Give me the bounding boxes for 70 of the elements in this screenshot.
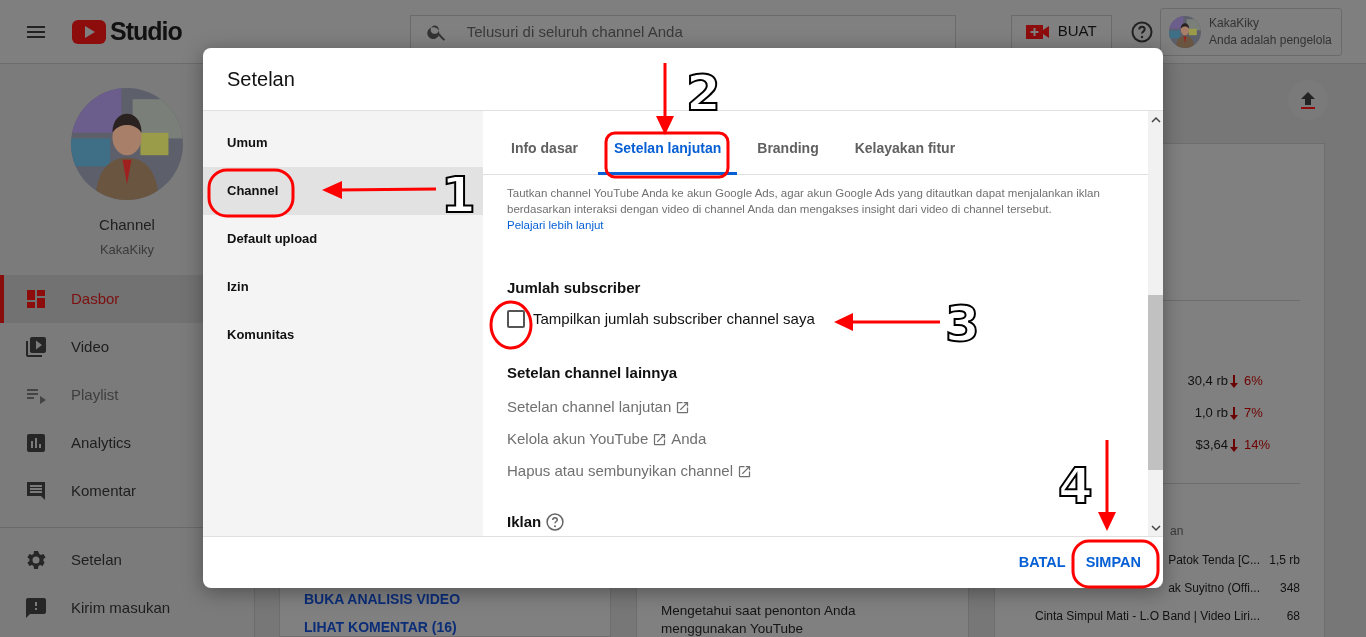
- text-link[interactable]: BUKA ANALISIS VIDEO: [304, 590, 461, 608]
- checkbox-label: Tampilkan jumlah subscriber channel saya: [533, 308, 815, 329]
- external-link-icon[interactable]: [675, 399, 691, 415]
- dialog-button[interactable]: BATAL: [1012, 543, 1072, 582]
- section-heading: Jumlah subscriber: [507, 278, 641, 298]
- down-arrow-icon: [1228, 374, 1240, 388]
- down-arrow-icon: [1228, 438, 1240, 452]
- section-label: an: [1170, 523, 1184, 540]
- metric-change: 6%: [1244, 372, 1264, 391]
- down-arrow-icon: [1228, 406, 1240, 420]
- tab[interactable]: Branding: [741, 111, 835, 175]
- video-views: 1,5 rb: [1268, 552, 1300, 569]
- feedback-icon: [24, 596, 48, 620]
- settings-link[interactable]: Hapus atau sembunyikan channel: [507, 459, 733, 483]
- video-views: 348: [1278, 580, 1300, 597]
- logo-text: Studio: [110, 15, 182, 47]
- checkbox[interactable]: [507, 309, 525, 328]
- video-library-icon: [24, 335, 48, 359]
- account-name: KakaKiky: [1209, 15, 1261, 32]
- sidebar-item[interactable]: Komentar: [0, 467, 254, 515]
- account-switcher[interactable]: KakaKiky Anda adalah pengelola: [1160, 7, 1342, 56]
- scrollbar[interactable]: [1148, 111, 1163, 536]
- help-icon[interactable]: [545, 511, 566, 532]
- chevron-down-icon[interactable]: [1150, 524, 1161, 532]
- settings-link[interactable]: Anda: [671, 427, 707, 451]
- metric-value: 1,0 rb: [1194, 404, 1228, 423]
- search-field[interactable]: Telusuri di seluruh channel Anda: [409, 14, 956, 49]
- help-icon[interactable]: [1129, 19, 1154, 44]
- upload-icon: [1298, 89, 1318, 111]
- description-text: Tautkan channel YouTube Anda ke akun Google Ads, agar akun Google Ads yang ditautkan dapat menjalankan iklan berdasarkan interaksi dengan video di channel Anda dan mengakses insight dari video di channel tersebut. Pelajari lebih lanjut: [507, 186, 1101, 233]
- dialog-title: Setelan: [227, 67, 295, 92]
- sidebar-item[interactable]: Analytics: [0, 419, 254, 467]
- step-number: 4: [1058, 457, 1093, 515]
- metric-value: $3,64: [1195, 436, 1228, 455]
- dashboard-icon: [24, 287, 48, 311]
- settings-nav-item[interactable]: Default upload: [203, 215, 438, 263]
- scrollbar-thumb[interactable]: [1148, 295, 1163, 470]
- step-number: 3: [945, 295, 980, 353]
- metric-change: 14%: [1244, 436, 1272, 455]
- annotation-arrow: [656, 63, 674, 135]
- bar-chart-icon: [24, 431, 48, 455]
- account-role: Anda adalah pengelola: [1209, 31, 1332, 48]
- video-title: ak Suyitno (Offi...: [1168, 580, 1260, 597]
- annotation-circle: [489, 300, 533, 350]
- external-link-icon[interactable]: [652, 431, 668, 447]
- tab[interactable]: Kelayakan fitur: [838, 111, 972, 175]
- channel-title: Channel: [98, 215, 156, 235]
- sidebar-item[interactable]: Kirim masukan: [0, 584, 254, 632]
- play-logo-icon: [72, 19, 106, 44]
- metric-change: 7%: [1244, 404, 1264, 423]
- chevron-up-icon[interactable]: [1150, 116, 1161, 124]
- video-views: 68: [1285, 608, 1300, 625]
- step-number: 1: [441, 166, 476, 224]
- settings-nav-item[interactable]: Umum: [203, 119, 438, 167]
- settings-link[interactable]: Setelan channel lanjutan: [507, 395, 672, 419]
- learn-more-link[interactable]: Pelajari lebih lanjut: [507, 219, 604, 231]
- sidebar-item[interactable]: Setelan: [0, 536, 254, 584]
- text-link[interactable]: LIHAT KOMENTAR (16): [304, 618, 457, 636]
- metric-value: 30,4 rb: [1187, 372, 1228, 391]
- tab[interactable]: Info dasar: [495, 111, 594, 175]
- video-title: Cinta Simpul Mati - L.O Band | Video Liri...: [1035, 608, 1260, 625]
- section-heading: Iklan: [507, 511, 542, 532]
- channel-name: KakaKiky: [98, 240, 156, 259]
- video-camera-plus-icon: [1025, 23, 1050, 40]
- video-title: Patok Tenda [C...: [1168, 552, 1260, 569]
- create-button[interactable]: BUAT: [1010, 14, 1112, 49]
- section-heading: Setelan channel lainnya: [507, 363, 678, 383]
- settings-link[interactable]: Kelola akun YouTube: [507, 427, 649, 451]
- external-link-icon[interactable]: [737, 463, 752, 479]
- card-text: Mengetahui saat penonton Anda menggunakan YouTube: [660, 602, 857, 637]
